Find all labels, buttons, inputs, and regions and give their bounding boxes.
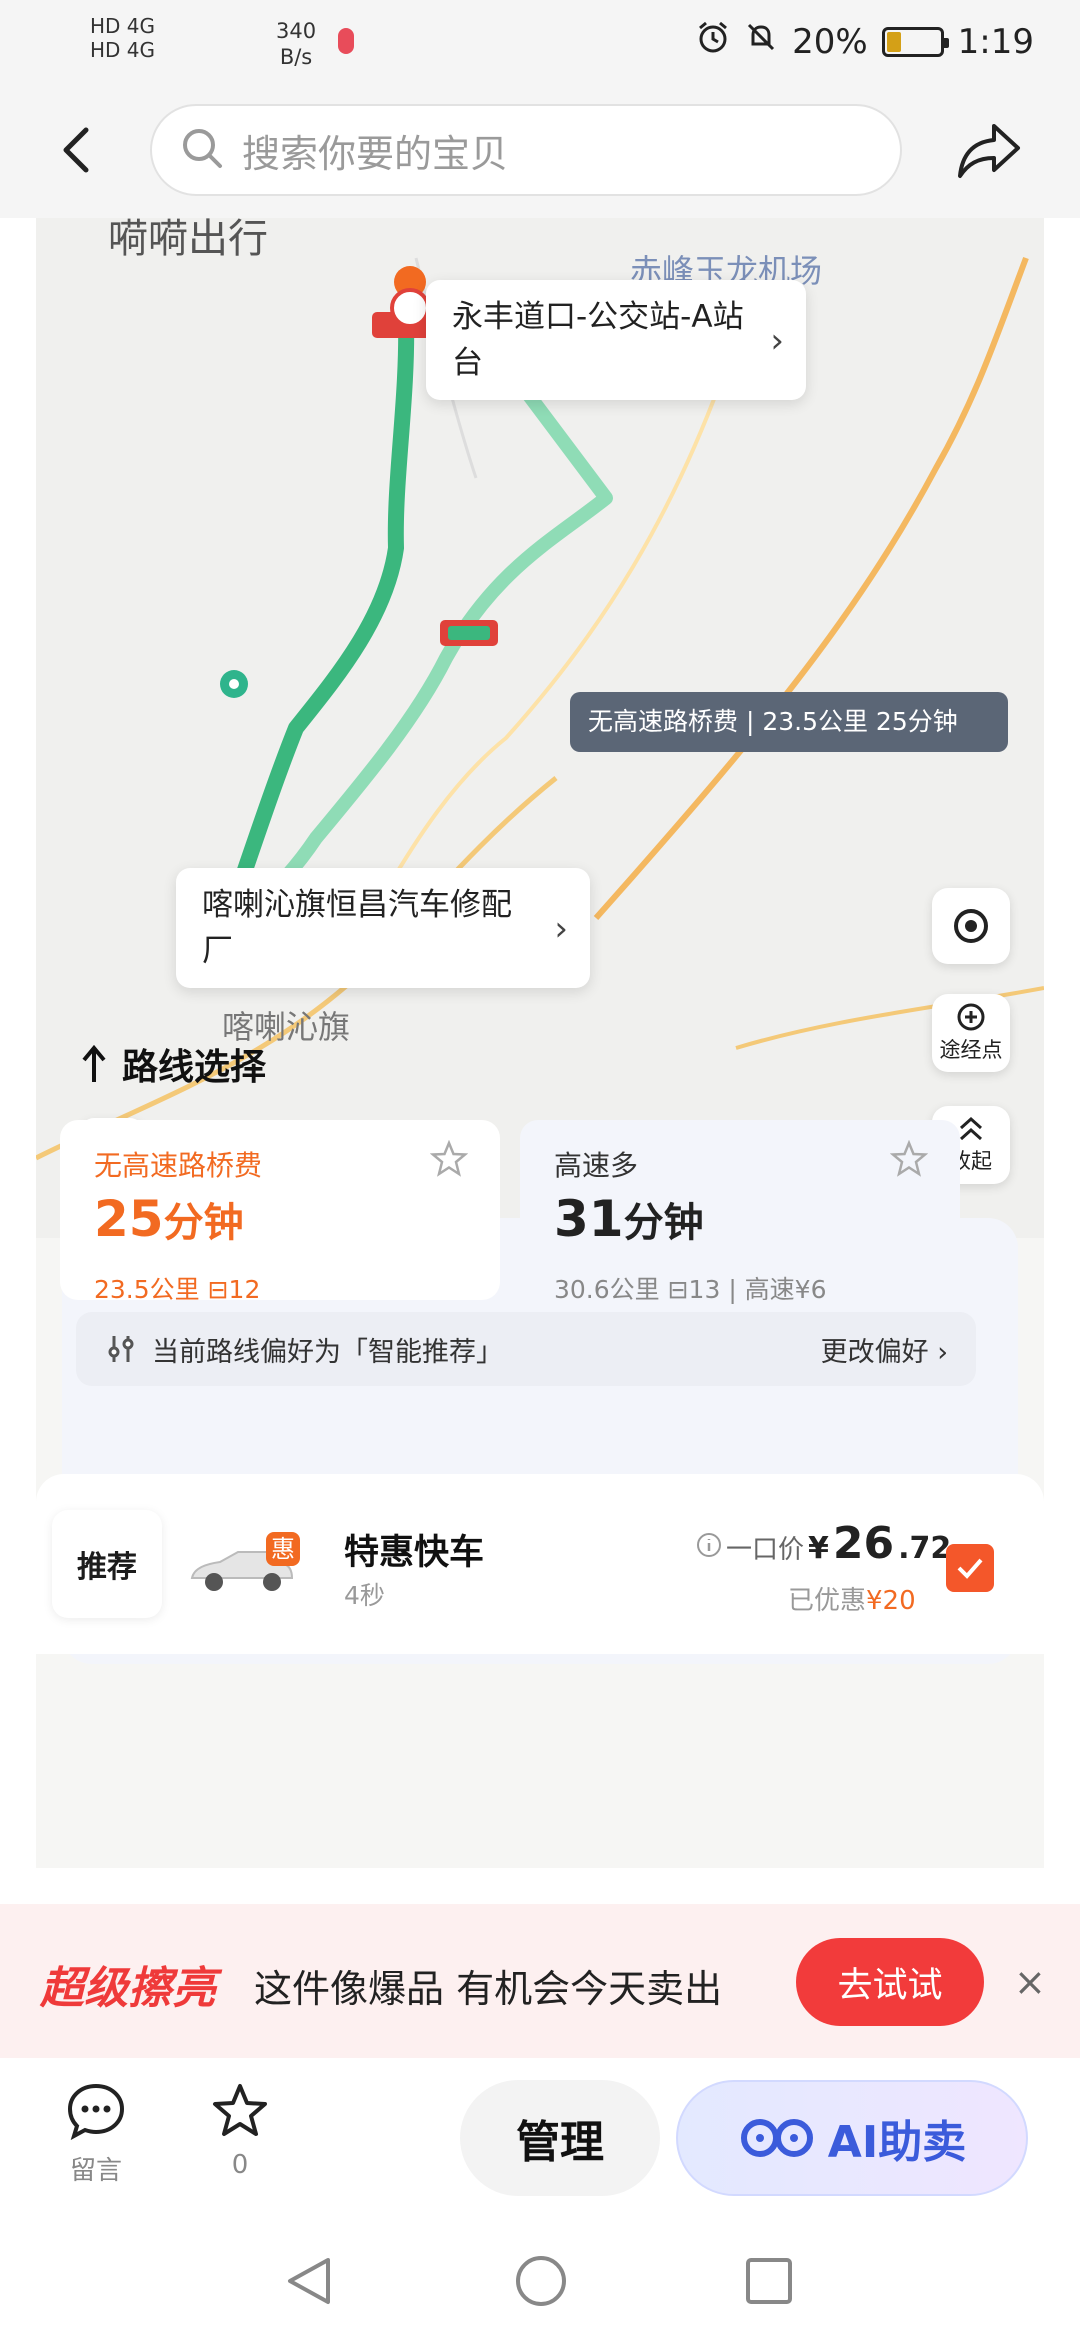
route-option-1[interactable]: 无高速路桥费 25分钟 23.5公里 ⊟12 — [60, 1120, 500, 1304]
nav-home-icon[interactable] — [514, 2254, 568, 2312]
mute-bell-icon — [744, 20, 778, 63]
favorite-button[interactable]: 0 — [190, 2082, 290, 2180]
price-decimal: .72 — [898, 1531, 952, 1566]
battery-percent: 20% — [792, 21, 868, 62]
discount-badge: 惠 — [266, 1532, 300, 1566]
route-preference-bar[interactable]: 当前路线偏好为「智能推荐」 更改偏好 › — [76, 1312, 976, 1386]
nav-back-icon[interactable] — [284, 2254, 334, 2312]
clock: 1:19 — [957, 21, 1034, 62]
check-icon — [957, 1558, 983, 1579]
notification-dot-icon — [338, 28, 354, 54]
origin-name: 喀喇沁旗恒昌汽车修配厂 — [202, 887, 512, 969]
primary-route — [224, 310, 415, 916]
route-option-2[interactable]: 高速多 31分钟 30.6公里 ⊟13 | 高速¥6 — [520, 1120, 960, 1304]
net-speed-value: 340 — [276, 19, 317, 43]
partial-page-title: 嗬嗬出行 — [108, 218, 268, 262]
net-speed-unit: B/s — [279, 45, 313, 69]
route-panel-title: 路线选择 — [80, 1038, 266, 1090]
comment-button[interactable]: 留言 — [46, 2082, 146, 2187]
price-symbol: ¥ — [808, 1531, 829, 1566]
route-option-tag: 高速多 — [554, 1149, 639, 1182]
ai-sell-label: AI助卖 — [827, 2117, 967, 2168]
recommend-tab[interactable]: 推荐 — [52, 1510, 162, 1618]
sim-indicators: HD 4G HD 4G — [90, 14, 155, 62]
add-waypoint-icon — [957, 1003, 985, 1031]
preference-sliders-icon — [108, 1336, 134, 1362]
route-time-number: 31 — [554, 1190, 624, 1248]
promo-text: 这件像爆品 有机会今天卖出 — [254, 1967, 723, 2011]
back-icon[interactable] — [56, 124, 96, 180]
price-integer: 26 — [832, 1518, 895, 1569]
change-preference-link[interactable]: 更改偏好 › — [821, 1330, 948, 1369]
waypoint-label: 途经点 — [939, 1038, 1003, 1062]
select-checkbox[interactable] — [946, 1544, 994, 1592]
discount-label: 已优惠 — [788, 1586, 867, 1616]
locate-button[interactable] — [932, 888, 1010, 964]
close-icon[interactable]: × — [1014, 1960, 1046, 2004]
route-tip: 无高速路桥费 | 23.5公里 25分钟 — [570, 692, 1008, 752]
price-row: 一口价 ¥ 26 .72 — [696, 1518, 951, 1569]
favorite-star-icon[interactable] — [889, 1139, 929, 1182]
origin-pin-dot — [229, 679, 239, 689]
car-eta: 4秒 — [344, 1581, 385, 1610]
route-panel-title-text: 路线选择 — [122, 1047, 267, 1088]
favorite-star-icon[interactable] — [429, 1139, 469, 1182]
battery-icon — [881, 26, 949, 57]
route-arrow-icon — [82, 1044, 106, 1082]
sim1-indicator: HD 4G — [90, 14, 156, 38]
try-button[interactable]: 去试试 — [796, 1938, 984, 2026]
route-time-unit: 分钟 — [163, 1200, 244, 1246]
highway-shield-inner — [448, 626, 490, 640]
discount-amount: ¥20 — [866, 1586, 916, 1616]
shared-screenshot: 嗬嗬出行 赤峰玉龙机场 喀喇沁旗 永丰道口-公交站-A站台 › 无高速路桥费 |… — [36, 218, 1044, 1868]
price-label: 一口价 — [726, 1535, 805, 1565]
route-option-time: 31分钟 — [554, 1190, 704, 1248]
car-type-name: 特惠快车 — [344, 1533, 485, 1573]
search-icon — [180, 126, 224, 174]
origin-card[interactable]: 喀喇沁旗恒昌汽车修配厂 › — [176, 868, 590, 988]
preference-text: 当前路线偏好为「智能推荐」 — [152, 1336, 503, 1368]
manage-button[interactable]: 管理 — [460, 2080, 660, 2196]
destination-card[interactable]: 永丰道口-公交站-A站台 › — [426, 280, 806, 400]
chevron-right-icon: › — [770, 321, 784, 361]
nav-recents-icon[interactable] — [744, 2256, 794, 2310]
chevron-right-icon: › — [554, 909, 568, 949]
destination-marker-icon — [390, 288, 430, 328]
route-option-time: 25分钟 — [94, 1190, 244, 1248]
locate-icon — [954, 909, 988, 943]
destination-name: 永丰道口-公交站-A站台 — [452, 299, 744, 381]
network-speed: 340 B/s — [276, 18, 316, 70]
alarm-icon — [696, 20, 730, 63]
info-icon — [696, 1532, 722, 1562]
ai-infinity-icon — [740, 2119, 813, 2157]
waypoint-button[interactable]: 途经点 — [932, 994, 1010, 1072]
search-input[interactable]: 搜索你要的宝贝 — [150, 104, 902, 196]
comment-icon — [67, 2083, 125, 2140]
route-time-unit: 分钟 — [623, 1200, 704, 1246]
share-icon[interactable] — [956, 120, 1022, 184]
discount-info: 已优惠¥20 — [788, 1580, 916, 1617]
chevron-up-double-icon — [959, 1116, 983, 1141]
status-right: 20% 1:19 — [696, 20, 1034, 63]
star-icon — [213, 2084, 267, 2136]
search-placeholder: 搜索你要的宝贝 — [242, 131, 509, 176]
route-option-meta: 30.6公里 ⊟13 | 高速¥6 — [554, 1275, 827, 1304]
route-option-tag: 无高速路桥费 — [94, 1149, 263, 1182]
route-option-meta: 23.5公里 ⊟12 — [94, 1275, 261, 1304]
route-time-number: 25 — [94, 1190, 164, 1248]
favorite-count: 0 — [231, 2150, 249, 2180]
comment-label: 留言 — [69, 2156, 122, 2186]
ai-sell-button[interactable]: AI助卖 — [676, 2080, 1028, 2196]
sim2-indicator: HD 4G — [90, 38, 156, 62]
promo-brand: 超级擦亮 — [40, 1963, 216, 2014]
